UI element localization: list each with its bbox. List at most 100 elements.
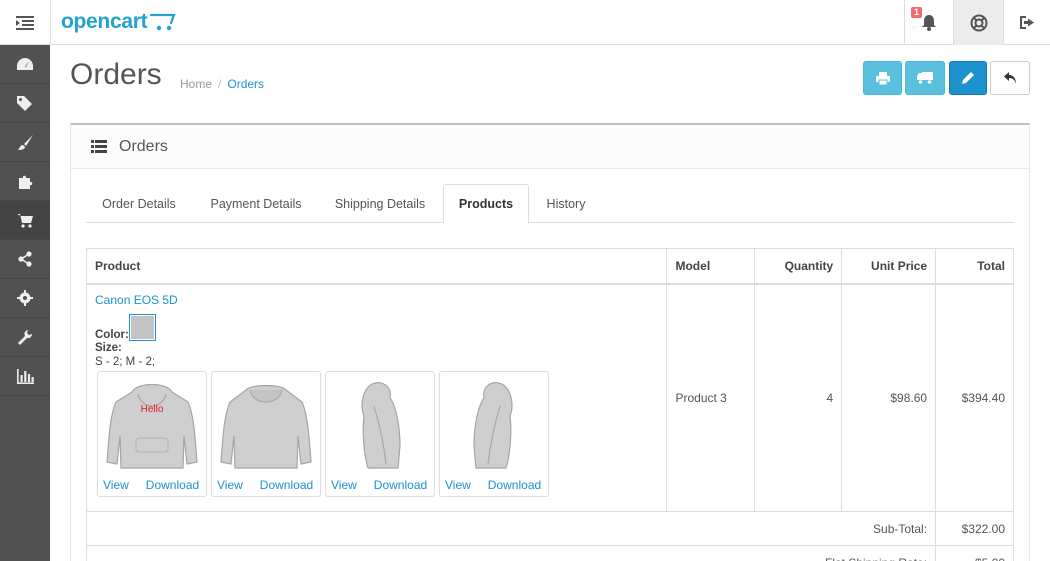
thumbnail-links: View Download (103, 478, 199, 492)
logo-text: opencart (61, 10, 148, 33)
product-cell: Canon EOS 5D Color: Size: S - 2; M - 2; … (85, 283, 668, 512)
size-option-value: S - 2; M - 2; (95, 355, 156, 368)
shipping-row: Flat Shipping Rate: $5.00 (85, 545, 1014, 561)
tab-shipping-details[interactable]: Shipping Details (324, 184, 436, 223)
model-cell: Product 3 (666, 283, 756, 512)
subtotal-value: $322.00 (935, 511, 1014, 546)
column-header-product: Product (85, 248, 668, 285)
sidebar-item-catalog[interactable] (0, 84, 50, 123)
tab-products[interactable]: Products (443, 184, 529, 224)
order-tabs: Order Details Payment Details Shipping D… (86, 184, 1014, 224)
product-image-thumbnail: Hello View Download (97, 370, 207, 497)
size-option: Size: (95, 342, 658, 354)
column-header-model: Model (666, 248, 756, 285)
sidebar-item-tools[interactable] (0, 318, 50, 357)
cog-icon (17, 290, 33, 306)
sidebar-item-design[interactable] (0, 123, 50, 162)
hoodie-front-icon: Hello (106, 383, 198, 469)
sidebar-nav (0, 45, 50, 561)
sidebar-item-dashboard[interactable] (0, 45, 50, 84)
breadcrumb-orders-link[interactable]: Orders (227, 77, 264, 91)
reply-icon (1003, 72, 1016, 84)
view-link[interactable]: View (445, 478, 471, 492)
table-header-row: Product Model Quantity Unit Price Total (85, 248, 1014, 285)
tab-order-details[interactable]: Order Details (86, 184, 192, 223)
product-image-thumbnail: View Download (325, 370, 435, 497)
truck-icon (917, 72, 933, 84)
paint-brush-icon (17, 134, 33, 150)
download-link[interactable]: Download (488, 478, 541, 492)
bell-icon (922, 15, 936, 31)
pencil-icon (962, 72, 974, 84)
products-table: Product Model Quantity Unit Price Total … (85, 248, 1014, 561)
wrench-icon (18, 330, 33, 345)
menu-toggle-icon (16, 15, 34, 30)
thumbnail-links: View Download (331, 478, 427, 492)
sign-out-icon (1019, 16, 1034, 29)
panel-heading: Orders (71, 125, 1029, 169)
product-name-link[interactable]: Canon EOS 5D (95, 293, 178, 307)
sidebar-item-sales[interactable] (0, 201, 50, 240)
subtotal-row: Sub-Total: $322.00 (85, 511, 1014, 546)
breadcrumb-home-link[interactable]: Home (180, 77, 212, 91)
download-link[interactable]: Download (260, 478, 313, 492)
print-icon (875, 71, 890, 85)
dashboard-icon (17, 58, 33, 70)
view-link[interactable]: View (217, 478, 243, 492)
total-cell: $394.40 (935, 283, 1014, 512)
thumbnail-links: View Download (217, 478, 313, 492)
shopping-cart-icon (17, 213, 33, 228)
logo-cart-icon (150, 13, 176, 31)
color-swatch[interactable] (128, 313, 156, 341)
share-alt-icon (18, 251, 32, 267)
tab-payment-details[interactable]: Payment Details (200, 184, 312, 223)
menu-toggle-button[interactable] (0, 0, 51, 45)
bar-chart-icon (16, 368, 34, 384)
sidebar-item-system[interactable] (0, 279, 50, 318)
back-button[interactable] (990, 61, 1030, 95)
tab-history[interactable]: History (535, 184, 597, 223)
view-link[interactable]: View (103, 478, 129, 492)
thumbnail-links: View Download (445, 478, 541, 492)
quantity-cell: 4 (754, 283, 843, 512)
color-option-label: Color: (95, 328, 129, 341)
edit-button[interactable] (949, 61, 987, 95)
print-invoice-button[interactable] (863, 61, 902, 95)
panel-title: Orders (119, 137, 168, 155)
list-icon (91, 140, 107, 153)
life-ring-icon (970, 14, 987, 31)
color-option: Color: (95, 313, 658, 341)
view-link[interactable]: View (331, 478, 357, 492)
sidebar-item-reports[interactable] (0, 357, 50, 396)
hoodie-side-left-icon (473, 381, 513, 469)
shipping-label: Flat Shipping Rate: (85, 545, 937, 561)
product-image-thumbnail: View Download (211, 370, 321, 497)
shipping-value: $5.00 (935, 545, 1014, 561)
top-header: opencart 1 (0, 0, 1050, 45)
help-button[interactable] (953, 0, 1003, 45)
tags-icon (17, 96, 32, 111)
notification-count-badge: 1 (911, 7, 923, 18)
product-image-thumbnail: View Download (439, 370, 549, 497)
hoodie-back-icon (220, 384, 312, 469)
column-header-quantity: Quantity (754, 248, 843, 285)
breadcrumb: Home / Orders (180, 77, 264, 91)
column-header-total: Total (935, 248, 1014, 285)
sidebar-item-extensions[interactable] (0, 162, 50, 201)
unit-price-cell: $98.60 (841, 283, 937, 512)
print-shipping-button[interactable] (905, 61, 945, 95)
page-title: Orders (70, 58, 162, 91)
download-link[interactable]: Download (146, 478, 199, 492)
size-option-label: Size: (95, 341, 122, 354)
sidebar-item-marketing[interactable] (0, 240, 50, 279)
column-header-unit-price: Unit Price (841, 248, 937, 285)
hoodie-side-right-icon (361, 381, 401, 469)
opencart-logo[interactable]: opencart (61, 6, 176, 38)
product-image-thumbnails: Hello View Download View Download View D… (97, 370, 658, 497)
subtotal-label: Sub-Total: (85, 511, 937, 546)
breadcrumb-separator: / (218, 77, 222, 91)
download-link[interactable]: Download (374, 478, 427, 492)
hoodie-print-text: Hello (141, 404, 164, 415)
table-row: Canon EOS 5D Color: Size: S - 2; M - 2; … (85, 283, 1014, 512)
logout-button[interactable] (1003, 0, 1050, 45)
